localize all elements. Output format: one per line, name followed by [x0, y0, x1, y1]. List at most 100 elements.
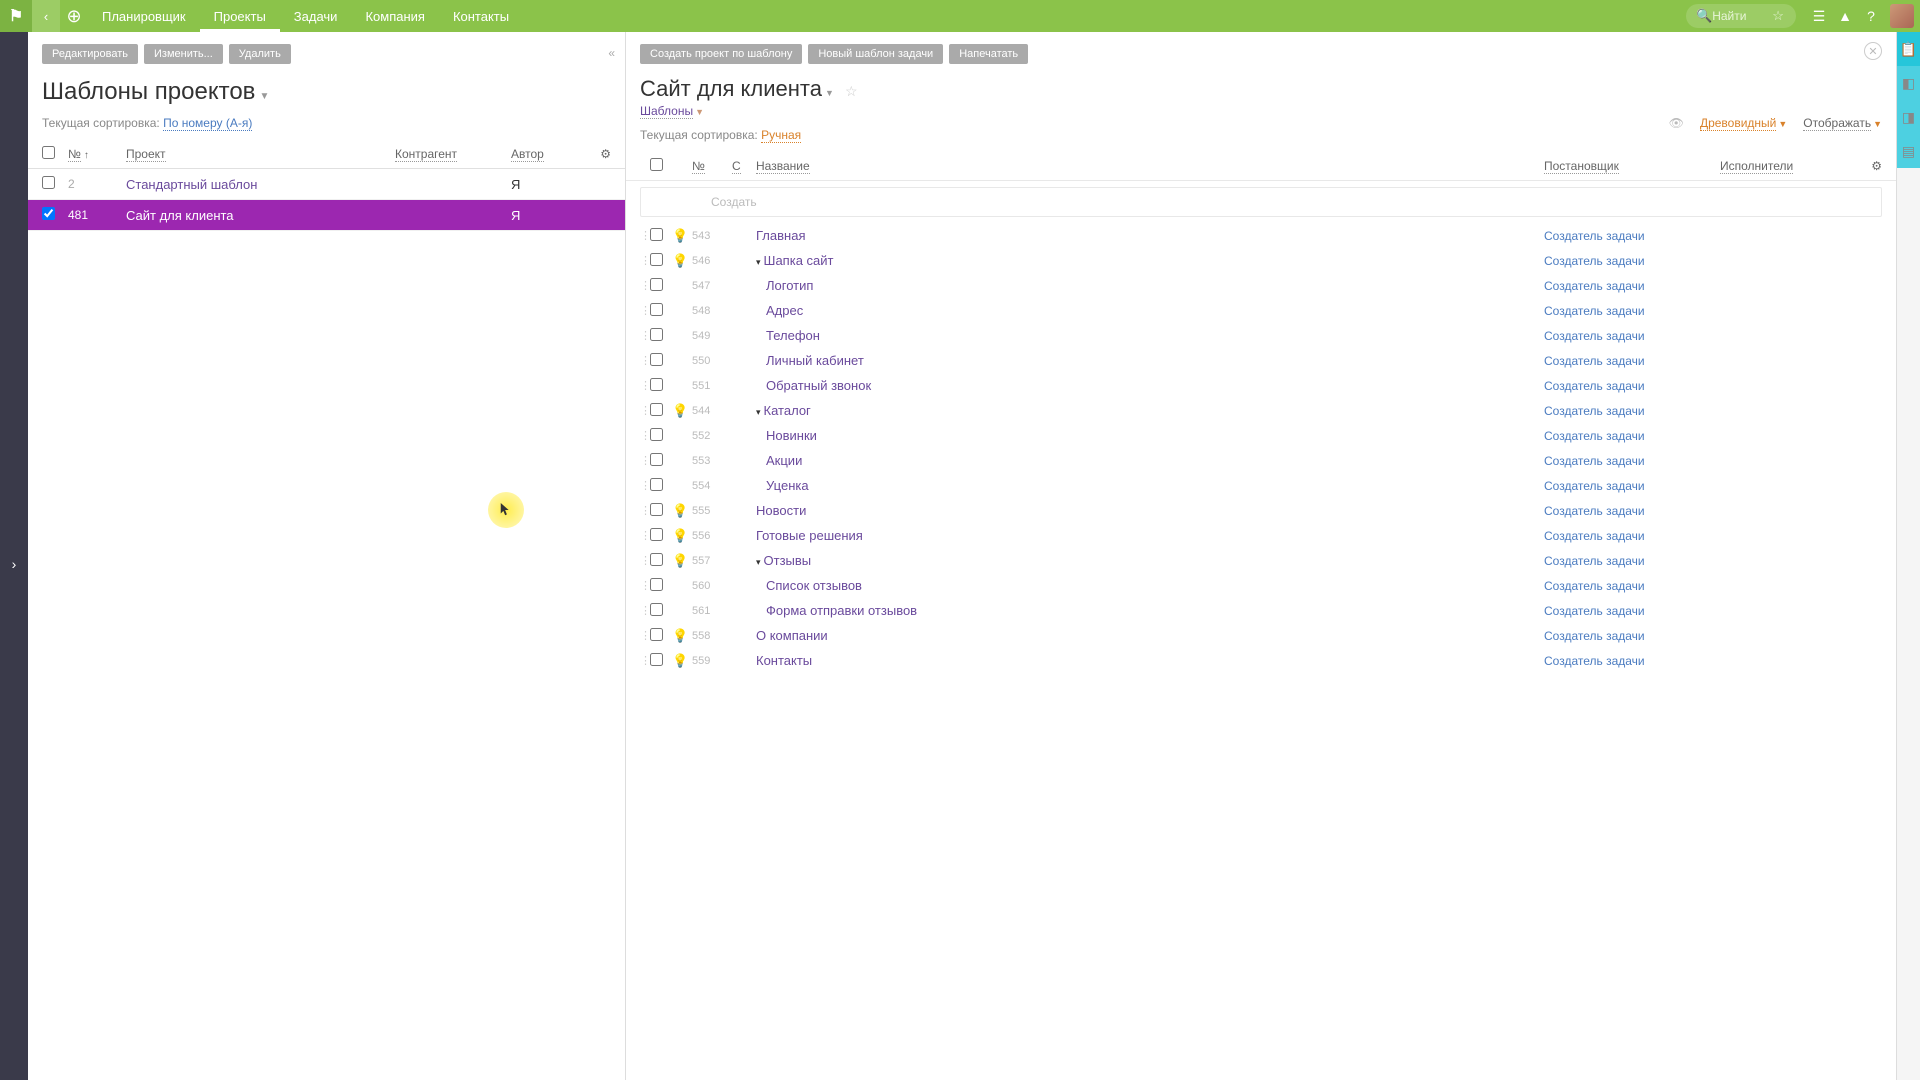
- col-num[interactable]: №↑: [68, 147, 126, 161]
- task-name-link[interactable]: Новинки: [766, 428, 817, 443]
- drag-handle-icon[interactable]: ⋮⋮: [640, 504, 650, 517]
- task-checkbox[interactable]: [650, 628, 663, 641]
- drag-handle-icon[interactable]: ⋮⋮: [640, 479, 650, 492]
- task-row[interactable]: ⋮⋮ 💡 557 ▾Отзывы Создатель задачи: [626, 548, 1896, 573]
- drag-handle-icon[interactable]: ⋮⋮: [640, 329, 650, 342]
- drag-handle-icon[interactable]: ⋮⋮: [640, 529, 650, 542]
- task-name-link[interactable]: Шапка сайт: [764, 253, 834, 268]
- left-btn-2[interactable]: Удалить: [229, 44, 291, 64]
- task-checkbox[interactable]: [650, 553, 663, 566]
- drag-handle-icon[interactable]: ⋮⋮: [640, 554, 650, 567]
- task-creator-link[interactable]: Создатель задачи: [1544, 554, 1645, 568]
- eye-icon[interactable]: 👁: [1669, 116, 1684, 130]
- project-link[interactable]: Стандартный шаблон: [126, 177, 257, 192]
- task-creator-link[interactable]: Создатель задачи: [1544, 529, 1645, 543]
- expand-rail-icon[interactable]: ›: [12, 556, 17, 572]
- task-row[interactable]: ⋮⋮ 💡 559 Контакты Создатель задачи: [626, 648, 1896, 673]
- task-row[interactable]: ⋮⋮ 551 Обратный звонок Создатель задачи: [626, 373, 1896, 398]
- rail-item-3[interactable]: ◨: [1897, 100, 1920, 134]
- task-row[interactable]: ⋮⋮ 554 Уценка Создатель задачи: [626, 473, 1896, 498]
- drag-handle-icon[interactable]: ⋮⋮: [640, 604, 650, 617]
- task-row[interactable]: ⋮⋮ 💡 558 О компании Создатель задачи: [626, 623, 1896, 648]
- task-creator-link[interactable]: Создатель задачи: [1544, 404, 1645, 418]
- select-all-checkbox[interactable]: [42, 146, 55, 159]
- task-row[interactable]: ⋮⋮ 💡 543 Главная Создатель задачи: [626, 223, 1896, 248]
- tcol-name[interactable]: Название: [756, 159, 1544, 173]
- task-checkbox[interactable]: [650, 503, 663, 516]
- task-checkbox[interactable]: [650, 303, 663, 316]
- view-mode[interactable]: Древовидный: [1700, 116, 1776, 131]
- nav-item-3[interactable]: Компания: [351, 0, 439, 32]
- task-name-link[interactable]: Личный кабинет: [766, 353, 864, 368]
- task-name-link[interactable]: Адрес: [766, 303, 803, 318]
- search-box[interactable]: 🔍 ☆: [1686, 4, 1796, 28]
- close-icon[interactable]: ✕: [1864, 42, 1882, 60]
- right-btn-1[interactable]: Новый шаблон задачи: [808, 44, 943, 64]
- task-creator-link[interactable]: Создатель задачи: [1544, 579, 1645, 593]
- task-row[interactable]: ⋮⋮ 💡 556 Готовые решения Создатель задач…: [626, 523, 1896, 548]
- task-checkbox[interactable]: [650, 228, 663, 241]
- task-name-link[interactable]: Уценка: [766, 478, 809, 493]
- task-gear-icon[interactable]: ⚙: [1860, 159, 1882, 173]
- help-icon[interactable]: ?: [1858, 0, 1884, 32]
- task-name-link[interactable]: О компании: [756, 628, 828, 643]
- right-btn-2[interactable]: Напечатать: [949, 44, 1028, 64]
- rail-item-4[interactable]: ▤: [1897, 134, 1920, 168]
- task-checkbox[interactable]: [650, 453, 663, 466]
- tcol-num[interactable]: №: [692, 159, 732, 173]
- task-creator-link[interactable]: Создатель задачи: [1544, 629, 1645, 643]
- task-row[interactable]: ⋮⋮ 561 Форма отправки отзывов Создатель …: [626, 598, 1896, 623]
- drag-handle-icon[interactable]: ⋮⋮: [640, 629, 650, 642]
- task-name-link[interactable]: Акции: [766, 453, 802, 468]
- task-checkbox[interactable]: [650, 653, 663, 666]
- task-checkbox[interactable]: [650, 578, 663, 591]
- drag-handle-icon[interactable]: ⋮⋮: [640, 354, 650, 367]
- drag-handle-icon[interactable]: ⋮⋮: [640, 279, 650, 292]
- drag-handle-icon[interactable]: ⋮⋮: [640, 454, 650, 467]
- nav-back-icon[interactable]: ‹: [32, 0, 60, 32]
- task-creator-link[interactable]: Создатель задачи: [1544, 329, 1645, 343]
- task-row[interactable]: ⋮⋮ 552 Новинки Создатель задачи: [626, 423, 1896, 448]
- task-name-link[interactable]: Обратный звонок: [766, 378, 871, 393]
- project-caret-icon[interactable]: ▼: [825, 88, 834, 98]
- col-project[interactable]: Проект: [126, 147, 395, 161]
- drag-handle-icon[interactable]: ⋮⋮: [640, 579, 650, 592]
- task-creator-link[interactable]: Создатель задачи: [1544, 279, 1645, 293]
- avatar[interactable]: [1890, 4, 1914, 28]
- tcol-exec[interactable]: Исполнители: [1720, 159, 1860, 173]
- sort-link[interactable]: По номеру (А-я): [163, 116, 252, 131]
- drag-handle-icon[interactable]: ⋮⋮: [640, 254, 650, 267]
- col-contra[interactable]: Контрагент: [395, 147, 511, 161]
- expand-icon[interactable]: ▾: [756, 407, 761, 417]
- menu-icon[interactable]: ☰: [1806, 0, 1832, 32]
- nav-add-icon[interactable]: ⊕: [60, 0, 88, 32]
- task-name-link[interactable]: Каталог: [764, 403, 811, 418]
- task-checkbox[interactable]: [650, 478, 663, 491]
- col-author[interactable]: Автор: [511, 147, 589, 161]
- task-name-link[interactable]: Список отзывов: [766, 578, 862, 593]
- task-creator-link[interactable]: Создатель задачи: [1544, 504, 1645, 518]
- right-btn-0[interactable]: Создать проект по шаблону: [640, 44, 802, 64]
- task-checkbox[interactable]: [650, 328, 663, 341]
- left-btn-0[interactable]: Редактировать: [42, 44, 138, 64]
- title-caret-icon[interactable]: ▼: [259, 91, 269, 102]
- notification-icon[interactable]: ▲: [1832, 0, 1858, 32]
- nav-item-1[interactable]: Проекты: [200, 0, 280, 32]
- breadcrumb-link[interactable]: Шаблоны: [640, 104, 693, 119]
- task-creator-link[interactable]: Создатель задачи: [1544, 354, 1645, 368]
- nav-item-4[interactable]: Контакты: [439, 0, 523, 32]
- task-creator-link[interactable]: Создатель задачи: [1544, 604, 1645, 618]
- task-row[interactable]: ⋮⋮ 547 Логотип Создатель задачи: [626, 273, 1896, 298]
- task-row[interactable]: ⋮⋮ 548 Адрес Создатель задачи: [626, 298, 1896, 323]
- task-creator-link[interactable]: Создатель задачи: [1544, 654, 1645, 668]
- collapse-panel-icon[interactable]: «: [608, 46, 615, 60]
- task-creator-link[interactable]: Создатель задачи: [1544, 479, 1645, 493]
- task-creator-link[interactable]: Создатель задачи: [1544, 454, 1645, 468]
- drag-handle-icon[interactable]: ⋮⋮: [640, 404, 650, 417]
- task-checkbox[interactable]: [650, 603, 663, 616]
- tcol-c[interactable]: С: [732, 159, 756, 173]
- drag-handle-icon[interactable]: ⋮⋮: [640, 304, 650, 317]
- gear-icon[interactable]: ⚙: [589, 147, 611, 161]
- row-checkbox[interactable]: [42, 207, 55, 220]
- task-select-all[interactable]: [650, 158, 663, 171]
